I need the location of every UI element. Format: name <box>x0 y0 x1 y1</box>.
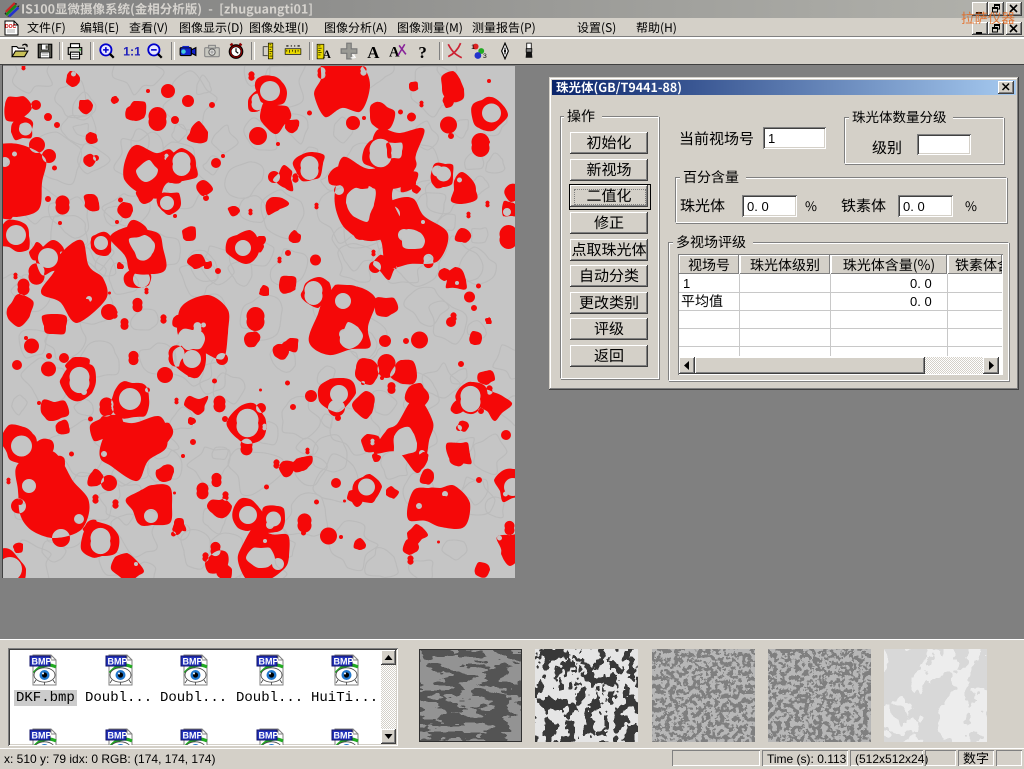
svg-text:A: A <box>389 45 400 60</box>
svg-text:A: A <box>323 49 332 60</box>
svg-text:DOC: DOC <box>5 24 17 30</box>
svg-text:?: ? <box>418 43 426 60</box>
svg-text:1: 1 <box>471 44 475 51</box>
svg-text:A: A <box>367 43 380 60</box>
svg-text:1:1: 1:1 <box>123 45 140 59</box>
svg-text:3: 3 <box>483 53 487 60</box>
